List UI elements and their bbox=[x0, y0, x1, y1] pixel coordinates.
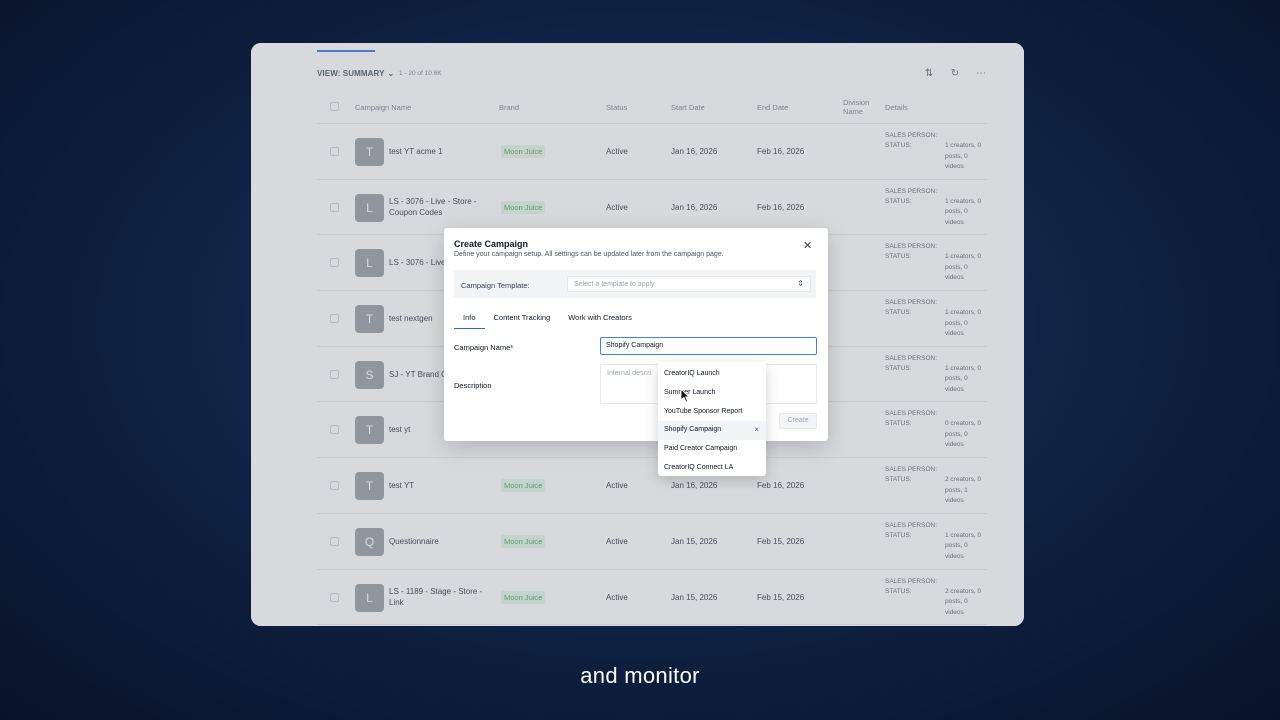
tab-work-with-creators[interactable]: Work with Creators bbox=[559, 313, 641, 327]
campaign-name-label: Campaign Name* bbox=[454, 343, 514, 352]
suggestion-item[interactable]: CreatorIQ Launch bbox=[658, 365, 766, 384]
video-caption: and monitor bbox=[580, 663, 700, 688]
suggestion-item[interactable]: Paid Creator Campaign bbox=[658, 440, 766, 459]
clear-icon[interactable]: × bbox=[754, 425, 759, 434]
suggestion-item[interactable]: CreatorIQ Connect LA bbox=[658, 459, 766, 478]
app-window: VIEW: SUMMARY ⌄ 1 - 20 of 10.6K ⇅ ↻ ⋯ Cam… bbox=[251, 43, 1024, 626]
campaign-name-input[interactable]: Shopify Campaign bbox=[600, 337, 817, 355]
tab-info[interactable]: Info bbox=[454, 313, 485, 329]
modal-subtitle: Define your campaign setup. All settings… bbox=[454, 251, 724, 258]
suggestion-item[interactable]: YouTube Sponsor Report bbox=[658, 403, 766, 422]
create-campaign-modal: Create Campaign Define your campaign set… bbox=[444, 228, 828, 441]
template-placeholder: Select a template to apply bbox=[574, 281, 655, 288]
template-bar: Campaign Template: Select a template to … bbox=[454, 270, 816, 298]
create-button[interactable]: Create bbox=[779, 413, 817, 429]
tab-content-tracking[interactable]: Content Tracking bbox=[485, 313, 560, 327]
select-arrows-icon: ⇕ bbox=[797, 279, 804, 288]
suggestion-item-label: Shopify Campaign bbox=[664, 426, 722, 434]
template-label: Campaign Template: bbox=[461, 281, 530, 290]
modal-tabs: Info Content Tracking Work with Creators bbox=[454, 313, 641, 329]
campaign-name-suggestions: CreatorIQ Launch Summer Launch YouTube S… bbox=[658, 362, 766, 476]
mouse-cursor-icon bbox=[680, 388, 690, 403]
suggestion-item[interactable]: Summer Launch bbox=[658, 384, 766, 403]
close-icon[interactable]: ✕ bbox=[803, 239, 812, 252]
template-select[interactable]: Select a template to apply ⇕ bbox=[567, 276, 811, 292]
modal-title: Create Campaign bbox=[454, 239, 529, 249]
suggestion-item-selected[interactable]: Shopify Campaign × bbox=[658, 421, 766, 441]
description-label: Description bbox=[454, 381, 492, 390]
